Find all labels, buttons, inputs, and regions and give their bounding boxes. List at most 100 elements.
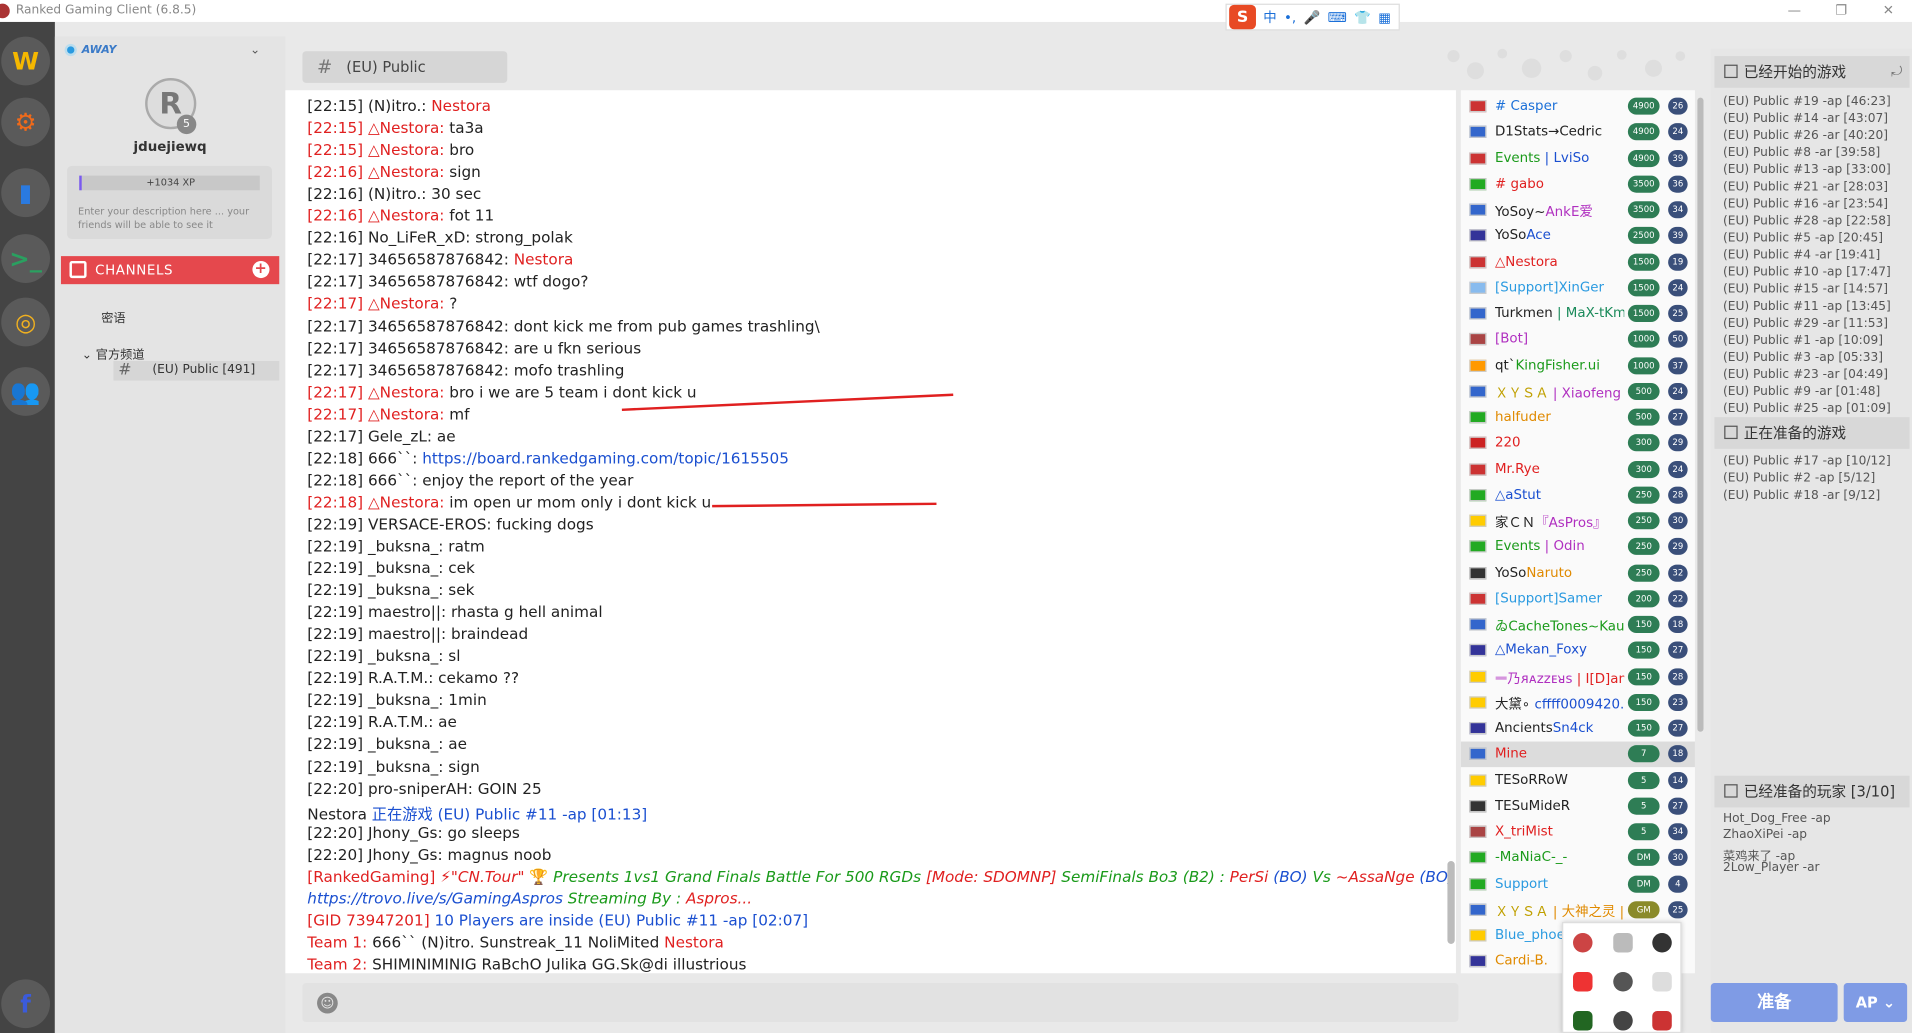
channels-header[interactable]: CHANNELS +	[60, 256, 280, 285]
user-list[interactable]: # Casper 4900 26 D1Stats→Cedric 4900 24 Events…	[1460, 90, 1695, 974]
started-game-item[interactable]: (EU) Public #23 -ar [04:49]	[1723, 368, 1888, 381]
user-row[interactable]: Mine 7 18	[1460, 741, 1695, 768]
chevron-down-icon[interactable]: ⌄	[1878, 994, 1895, 1011]
status-selector[interactable]: AWAY	[64, 43, 116, 57]
tray-nvidia-icon[interactable]	[1573, 1011, 1593, 1031]
mode-dropdown[interactable]: AP ⌄	[1843, 982, 1908, 1023]
tray-app-icon[interactable]	[1573, 932, 1593, 953]
started-game-item[interactable]: (EU) Public #28 -ap [22:58]	[1723, 215, 1891, 228]
user-row[interactable]: 家ＣＮ『AsPros』 250 30	[1461, 509, 1695, 535]
started-game-item[interactable]: (EU) Public #1 -ap [10:09]	[1723, 334, 1883, 347]
started-game-item[interactable]: (EU) Public #10 -ap [17:47]	[1723, 266, 1891, 279]
maximize-button[interactable]: ❐	[1835, 2, 1847, 18]
tray-red-app-icon[interactable]	[1573, 972, 1593, 992]
tray-security-icon[interactable]	[1652, 932, 1672, 953]
ime-mic-icon[interactable]: 🎤	[1304, 9, 1321, 25]
chat-scrollbar[interactable]	[1447, 861, 1455, 944]
user-row[interactable]: TESuMideR 5 27	[1461, 794, 1695, 820]
user-row[interactable]: ゐCacheTones~Kauu»150 18	[1461, 612, 1695, 638]
user-row[interactable]: # gabo 3500 36	[1461, 172, 1695, 198]
started-game-item[interactable]: (EU) Public #21 -ar [28:03]	[1723, 181, 1888, 194]
user-row[interactable]: △aStut 250 28	[1461, 483, 1695, 509]
add-channel-button[interactable]: +	[252, 260, 270, 279]
user-list-scrollbar[interactable]	[1697, 97, 1704, 732]
user-row[interactable]: D1Stats→Cedric 4900 24	[1461, 120, 1695, 146]
chevron-down-icon[interactable]: ⌄	[82, 349, 96, 362]
console-icon[interactable]: >_	[1, 234, 50, 283]
chat-log[interactable]: [22:15] (N)itro.: Nestora [22:15] △Nestor…	[285, 90, 1456, 974]
started-game-item[interactable]: (EU) Public #13 -ap [33:00]	[1723, 163, 1891, 176]
user-row[interactable]: AncientsSn4ck 150 27	[1461, 716, 1695, 742]
tray-steam-icon[interactable]	[1613, 1011, 1633, 1031]
coins-icon[interactable]: ◎	[1, 297, 50, 347]
user-row[interactable]: Support DM 4	[1461, 871, 1695, 897]
user-row[interactable]: Turkmen | MaX-tKm 1500 25	[1461, 301, 1695, 327]
started-game-item[interactable]: (EU) Public #3 -ap [05:33]	[1723, 351, 1883, 364]
started-game-item[interactable]: (EU) Public #5 -ap [20:45]	[1723, 232, 1883, 245]
ready-player-item[interactable]: Hot_Dog_Free -ap	[1723, 812, 1831, 825]
started-game-item[interactable]: (EU) Public #19 -ap [46:23]	[1723, 95, 1891, 108]
stats-icon[interactable]: ▮	[1, 168, 50, 218]
chat-link[interactable]: https://board.rankedgaming.com/topic/161…	[422, 449, 789, 467]
user-row[interactable]: ＸＹＳＡ | 大神之灵 | TGM 25	[1461, 897, 1695, 923]
user-row[interactable]: Events | LviSo 4900 39	[1461, 146, 1695, 172]
description-text[interactable]: Enter your description here ... your fri…	[78, 205, 263, 232]
user-row[interactable]: [Bot] 1000 50	[1461, 327, 1695, 353]
ime-toolbar[interactable]: S 中 •, 🎤 ⌨ 👕 ▦	[1225, 3, 1400, 31]
ready-player-item[interactable]: 2Low_Player -ar	[1723, 861, 1820, 874]
started-game-item[interactable]: (EU) Public #4 -ar [19:41]	[1723, 249, 1880, 262]
ready-player-item[interactable]: ZhaoXiPei -ap	[1723, 828, 1807, 841]
warcraft-icon[interactable]: W	[1, 36, 50, 86]
ime-chinese-toggle[interactable]: 中	[1263, 7, 1276, 27]
chat-input[interactable]: ☺	[302, 982, 1459, 1023]
user-row[interactable]: ＸＹＳＡ | Xiaofeng | T500 24	[1461, 379, 1695, 405]
channel-whisper[interactable]: 密语	[101, 307, 125, 325]
user-row[interactable]: -MaNiaC-_- DM 30	[1461, 845, 1695, 871]
started-game-item[interactable]: (EU) Public #9 -ar [01:48]	[1723, 385, 1880, 398]
preparing-game-item[interactable]: (EU) Public #17 -ap [10/12]	[1723, 455, 1891, 468]
channel-eu-public[interactable]: # (EU) Public [491]	[113, 361, 280, 381]
refresh-icon[interactable]: ⤾	[1891, 56, 1902, 88]
started-game-item[interactable]: (EU) Public #8 -ar [39:58]	[1723, 146, 1880, 159]
tray-cloud-icon[interactable]	[1613, 972, 1633, 992]
settings-icon[interactable]: ⚙	[1, 97, 50, 147]
started-game-item[interactable]: (EU) Public #26 -ar [40:20]	[1723, 129, 1888, 142]
user-row[interactable]: ᆖ乃ᴙᴀzzᴇᴚs | I[D]anil150 28	[1461, 664, 1695, 690]
ime-grid-icon[interactable]: ▦	[1378, 9, 1391, 25]
user-row[interactable]: TESoRRoW 5 14	[1461, 768, 1695, 794]
minimize-button[interactable]: —	[1788, 2, 1801, 18]
user-row[interactable]: YoSoNaruto 250 32	[1461, 560, 1695, 586]
user-row[interactable]: △Mekan_Foxy 150 27	[1461, 638, 1695, 664]
user-row[interactable]: YoSoy~AnkE爱 3500 34	[1461, 198, 1695, 224]
ime-skin-icon[interactable]: 👕	[1354, 9, 1371, 25]
close-button[interactable]: ✕	[1883, 2, 1894, 18]
facebook-icon[interactable]: f	[1, 979, 50, 1029]
tray-shield-icon[interactable]	[1613, 932, 1633, 953]
preparing-game-item[interactable]: (EU) Public #18 -ar [9/12]	[1723, 489, 1880, 502]
user-row[interactable]: 大黛∘ cffff0009420. 150 23	[1461, 690, 1695, 716]
emoji-icon[interactable]: ☺	[317, 992, 338, 1014]
user-row[interactable]: △Nestora 1500 19	[1461, 249, 1695, 275]
started-game-item[interactable]: (EU) Public #15 -ar [14:57]	[1723, 283, 1888, 296]
user-row[interactable]: Mr.Rye 300 24	[1461, 457, 1695, 483]
started-game-item[interactable]: (EU) Public #16 -ar [23:54]	[1723, 198, 1888, 211]
user-row[interactable]: # Casper 4900 26	[1461, 94, 1695, 120]
ime-keyboard-icon[interactable]: ⌨	[1328, 9, 1347, 25]
tray-discord-icon[interactable]	[1652, 1011, 1672, 1031]
user-row[interactable]: halfuder 500 27	[1461, 405, 1695, 431]
started-game-item[interactable]: (EU) Public #25 -ap [01:09]	[1723, 402, 1891, 415]
preparing-game-item[interactable]: (EU) Public #2 -ap [5/12]	[1723, 472, 1875, 485]
chat-link[interactable]: https://trovo.live/s/GamingAspros	[307, 889, 567, 907]
user-row[interactable]: YoSoAce 2500 39	[1461, 223, 1695, 249]
user-row[interactable]: qt`KingFisher.ui 1000 37	[1461, 353, 1695, 379]
user-row[interactable]: 220 300 29	[1461, 431, 1695, 457]
user-row[interactable]: [Support]Samer 200 22	[1461, 586, 1695, 612]
friends-icon[interactable]: 👥	[1, 367, 50, 416]
started-game-item[interactable]: (EU) Public #29 -ar [11:53]	[1723, 317, 1888, 330]
user-row[interactable]: Events | Odin 250 29	[1461, 534, 1695, 560]
tray-pen-icon[interactable]	[1652, 972, 1672, 992]
channel-group-official[interactable]: ⌄ 官方频道	[82, 344, 145, 362]
ready-button[interactable]: 准备	[1710, 982, 1838, 1023]
chevron-down-icon[interactable]: ⌄	[250, 44, 260, 57]
ime-punct-icon[interactable]: •,	[1284, 9, 1296, 25]
